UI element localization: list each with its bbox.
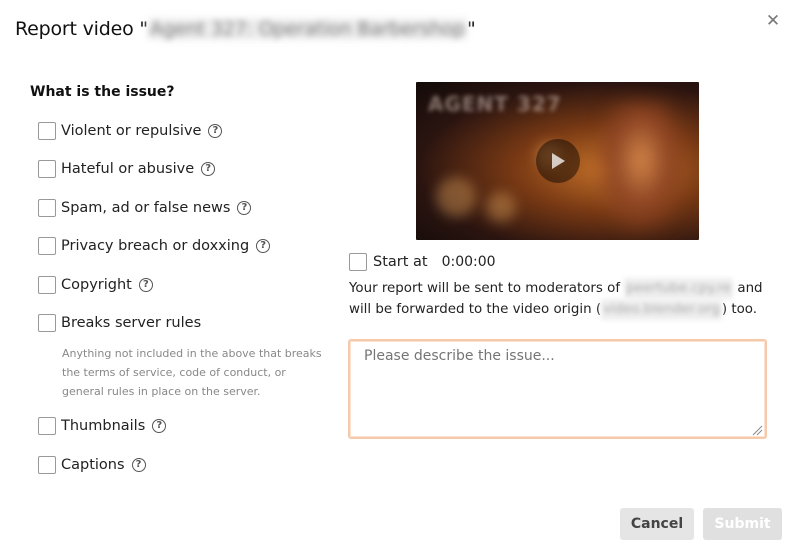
dialog-title: Report video " Agent 327: Operation Barb…: [15, 18, 476, 40]
video-overlay-title: AGENT 327: [428, 92, 562, 116]
bokeh-light: [436, 177, 476, 217]
option-label: Spam, ad or false news: [61, 200, 231, 216]
option-checkbox[interactable]: [38, 314, 56, 332]
dialog-title-suffix: ": [466, 18, 476, 40]
help-icon[interactable]: ?: [208, 124, 223, 138]
help-icon[interactable]: ?: [237, 201, 252, 215]
option-checkbox[interactable]: [38, 160, 56, 178]
option-violent[interactable]: Violent or repulsive ?: [38, 122, 223, 140]
option-checkbox[interactable]: [38, 237, 56, 255]
option-label: Thumbnails: [61, 418, 146, 434]
option-label: Privacy breach or doxxing: [61, 238, 250, 254]
start-at-time-input[interactable]: 0:00:00: [442, 252, 522, 272]
start-at-label: Start at: [373, 254, 428, 270]
option-captions[interactable]: Captions ?: [38, 456, 146, 474]
notice-text: Your report will be sent to moderators o…: [349, 281, 625, 296]
option-thumbnails[interactable]: Thumbnails ?: [38, 417, 167, 435]
option-hateful[interactable]: Hateful or abusive ?: [38, 160, 216, 178]
instance-host: peertube.cpy.re: [624, 278, 734, 299]
option-label: Breaks server rules: [61, 315, 202, 331]
notice-text: ) too.: [721, 302, 757, 317]
bokeh-light: [486, 192, 516, 222]
option-label: Violent or repulsive: [61, 123, 202, 139]
option-checkbox[interactable]: [38, 417, 56, 435]
report-video-dialog: Report video " Agent 327: Operation Barb…: [0, 0, 797, 554]
start-at-checkbox[interactable]: [349, 253, 367, 271]
submit-button[interactable]: Submit: [703, 508, 782, 540]
video-name: Agent 327: Operation Barbershop: [147, 18, 467, 40]
option-server-rules[interactable]: Breaks server rules: [38, 314, 201, 332]
option-copyright[interactable]: Copyright ?: [38, 276, 153, 294]
option-label: Hateful or abusive: [61, 161, 195, 177]
cancel-button[interactable]: Cancel: [620, 508, 694, 540]
help-icon[interactable]: ?: [131, 458, 146, 472]
option-checkbox[interactable]: [38, 122, 56, 140]
option-checkbox[interactable]: [38, 199, 56, 217]
help-icon[interactable]: ?: [256, 239, 271, 253]
dialog-title-prefix: Report video ": [15, 18, 148, 40]
option-label: Captions: [61, 457, 125, 473]
help-icon[interactable]: ?: [138, 278, 153, 292]
help-icon[interactable]: ?: [152, 419, 167, 433]
video-subject: [596, 102, 686, 232]
option-checkbox[interactable]: [38, 456, 56, 474]
help-icon[interactable]: ?: [201, 162, 216, 176]
origin-host: video.blender.org: [601, 299, 722, 320]
issue-question: What is the issue?: [30, 84, 175, 100]
resize-handle-icon[interactable]: [751, 424, 763, 436]
close-icon[interactable]: ✕: [764, 12, 782, 30]
option-spam[interactable]: Spam, ad or false news ?: [38, 199, 252, 217]
start-at-row: Start at 0:00:00: [349, 252, 522, 272]
play-icon[interactable]: [536, 139, 580, 183]
description-textarea[interactable]: [348, 339, 767, 439]
option-privacy[interactable]: Privacy breach or doxxing ?: [38, 237, 271, 255]
option-label: Copyright: [61, 277, 132, 293]
report-notice: Your report will be sent to moderators o…: [349, 278, 769, 320]
option-checkbox[interactable]: [38, 276, 56, 294]
server-rules-hint: Anything not included in the above that …: [62, 347, 322, 398]
